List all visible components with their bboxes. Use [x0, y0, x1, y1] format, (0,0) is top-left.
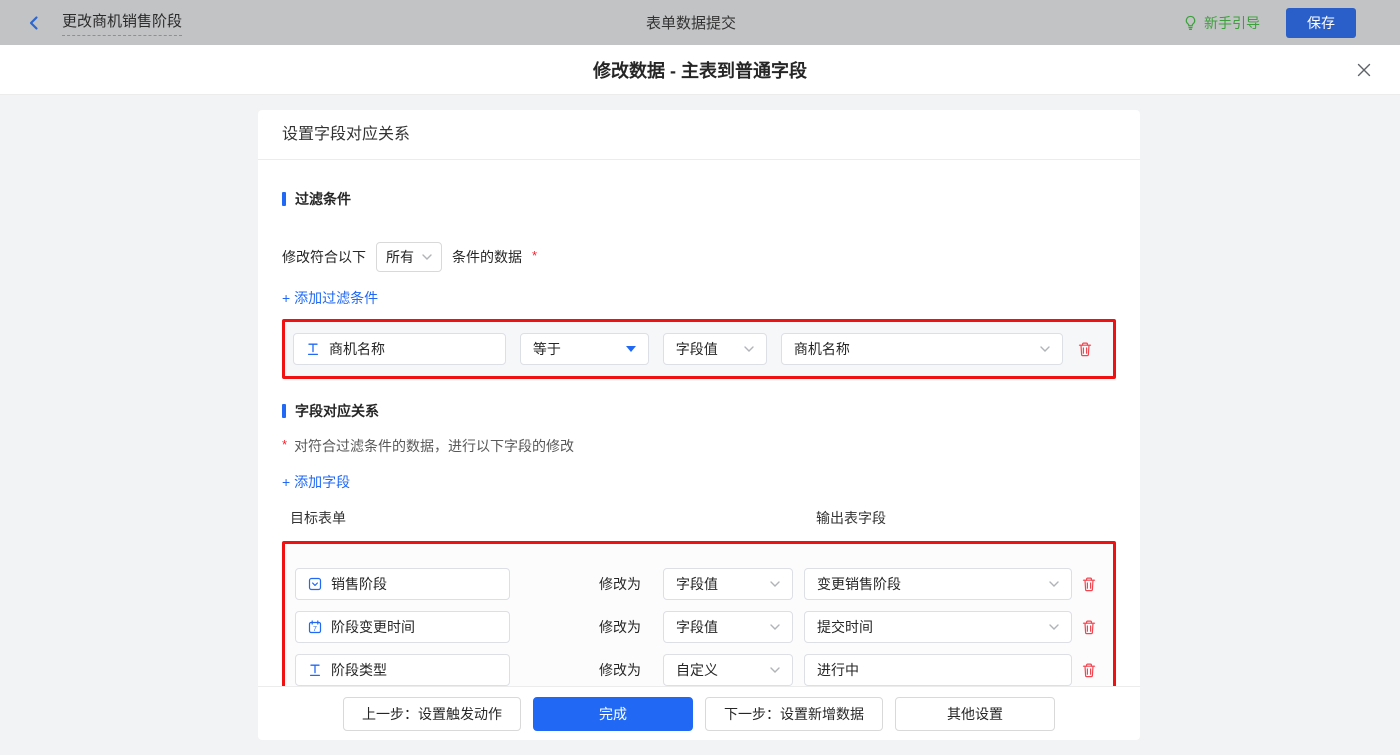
mapping-description: * 对符合过滤条件的数据，进行以下字段的修改	[282, 436, 1116, 456]
chevron-down-icon	[422, 254, 432, 260]
card-footer: 上一步：设置触发动作 完成 下一步：设置新增数据 其他设置	[258, 686, 1140, 740]
output-field-column-label: 输出表字段	[816, 508, 886, 528]
back-icon[interactable]	[26, 15, 42, 31]
svg-text:7: 7	[313, 626, 317, 633]
filter-field-input[interactable]: 商机名称	[293, 333, 506, 365]
modal-title: 修改数据 - 主表到普通字段	[593, 57, 807, 83]
required-mark: *	[282, 437, 287, 452]
add-field-link[interactable]: + 添加字段	[282, 472, 350, 492]
card-title: 设置字段对应关系	[258, 110, 1140, 160]
card-body: 过滤条件 修改符合以下 所有 条件的数据 * + 添加过滤条件	[258, 160, 1140, 686]
next-step-button[interactable]: 下一步：设置新增数据	[705, 697, 883, 731]
done-button[interactable]: 完成	[533, 697, 693, 731]
date-field-icon: 7	[308, 620, 322, 634]
modal-header: 修改数据 - 主表到普通字段	[0, 45, 1400, 95]
value-mode-select[interactable]: 字段值	[663, 611, 793, 643]
section-accent-bar	[282, 404, 286, 418]
beginner-guide-link[interactable]: 新手引导	[1183, 13, 1260, 33]
workflow-title[interactable]: 更改商机销售阶段	[62, 10, 182, 36]
close-icon[interactable]	[1354, 60, 1374, 80]
chevron-down-icon	[744, 346, 754, 352]
chevron-down-icon	[770, 667, 780, 673]
filter-condition-highlight-box: 商机名称 等于 字段值 商机名称	[282, 319, 1116, 379]
chevron-down-icon	[1040, 346, 1050, 352]
mapping-row: 7 阶段变更时间 修改为 字段值 提交时间	[295, 611, 1103, 643]
save-button[interactable]: 保存	[1286, 8, 1356, 38]
chevron-down-icon	[770, 581, 780, 587]
topbar-right: 新手引导 保存	[736, 8, 1400, 38]
target-form-column-label: 目标表单	[290, 508, 346, 528]
lightbulb-icon	[1183, 15, 1198, 31]
text-field-icon	[306, 342, 320, 356]
match-prefix-label: 修改符合以下	[282, 247, 366, 267]
trash-icon[interactable]	[1081, 576, 1097, 593]
required-mark: *	[532, 248, 537, 263]
topbar: 更改商机销售阶段 表单数据提交 新手引导 保存	[0, 0, 1400, 45]
condition-value-select[interactable]: 商机名称	[781, 333, 1063, 365]
prev-step-button[interactable]: 上一步：设置触发动作	[343, 697, 521, 731]
mapping-column-headers: 目标表单 输出表字段	[282, 508, 1116, 528]
page-title: 表单数据提交	[646, 12, 736, 33]
value-mode-select[interactable]: 字段值	[663, 568, 793, 600]
text-field-icon	[308, 663, 322, 677]
mapping-section-title: 字段对应关系	[282, 401, 1116, 421]
trash-icon[interactable]	[1081, 619, 1097, 636]
mapping-row: 销售阶段 修改为 字段值 变更销售阶段	[295, 568, 1103, 600]
chevron-down-icon	[1049, 581, 1059, 587]
chevron-down-icon	[1049, 624, 1059, 630]
trash-icon[interactable]	[1077, 341, 1093, 358]
add-filter-condition-link[interactable]: + 添加过滤条件	[282, 288, 378, 308]
filter-match-row: 修改符合以下 所有 条件的数据 *	[282, 242, 1116, 272]
match-suffix-label: 条件的数据	[452, 247, 522, 267]
beginner-guide-label: 新手引导	[1204, 13, 1260, 33]
modify-to-label: 修改为	[599, 574, 641, 594]
topbar-left: 更改商机销售阶段	[0, 10, 646, 36]
target-field-input[interactable]: 销售阶段	[295, 568, 510, 600]
operator-select[interactable]: 等于	[520, 333, 649, 365]
other-settings-button[interactable]: 其他设置	[895, 697, 1055, 731]
select-field-icon	[308, 577, 322, 591]
section-accent-bar	[282, 192, 286, 206]
chevron-down-icon	[770, 624, 780, 630]
modify-to-label: 修改为	[599, 660, 641, 680]
field-mapping-highlight-box: 销售阶段 修改为 字段值 变更销售阶段	[282, 541, 1116, 686]
output-field-select[interactable]: 变更销售阶段	[804, 568, 1072, 600]
caret-down-icon	[626, 346, 636, 352]
custom-value-input[interactable]	[804, 654, 1072, 686]
mapping-row: 阶段类型 修改为 自定义	[295, 654, 1103, 686]
filter-section-title: 过滤条件	[282, 189, 1116, 209]
value-mode-select[interactable]: 自定义	[663, 654, 793, 686]
modal-body: 设置字段对应关系 过滤条件 修改符合以下 所有 条件的数据 * + 添加过滤条件	[0, 95, 1400, 755]
match-mode-select[interactable]: 所有	[376, 242, 442, 272]
target-field-input[interactable]: 阶段类型	[295, 654, 510, 686]
settings-card: 设置字段对应关系 过滤条件 修改符合以下 所有 条件的数据 * + 添加过滤条件	[258, 110, 1140, 740]
filter-condition-row: 商机名称 等于 字段值 商机名称	[293, 333, 1105, 365]
value-type-select[interactable]: 字段值	[663, 333, 767, 365]
target-field-input[interactable]: 7 阶段变更时间	[295, 611, 510, 643]
trash-icon[interactable]	[1081, 662, 1097, 679]
output-field-select[interactable]: 提交时间	[804, 611, 1072, 643]
modify-to-label: 修改为	[599, 617, 641, 637]
